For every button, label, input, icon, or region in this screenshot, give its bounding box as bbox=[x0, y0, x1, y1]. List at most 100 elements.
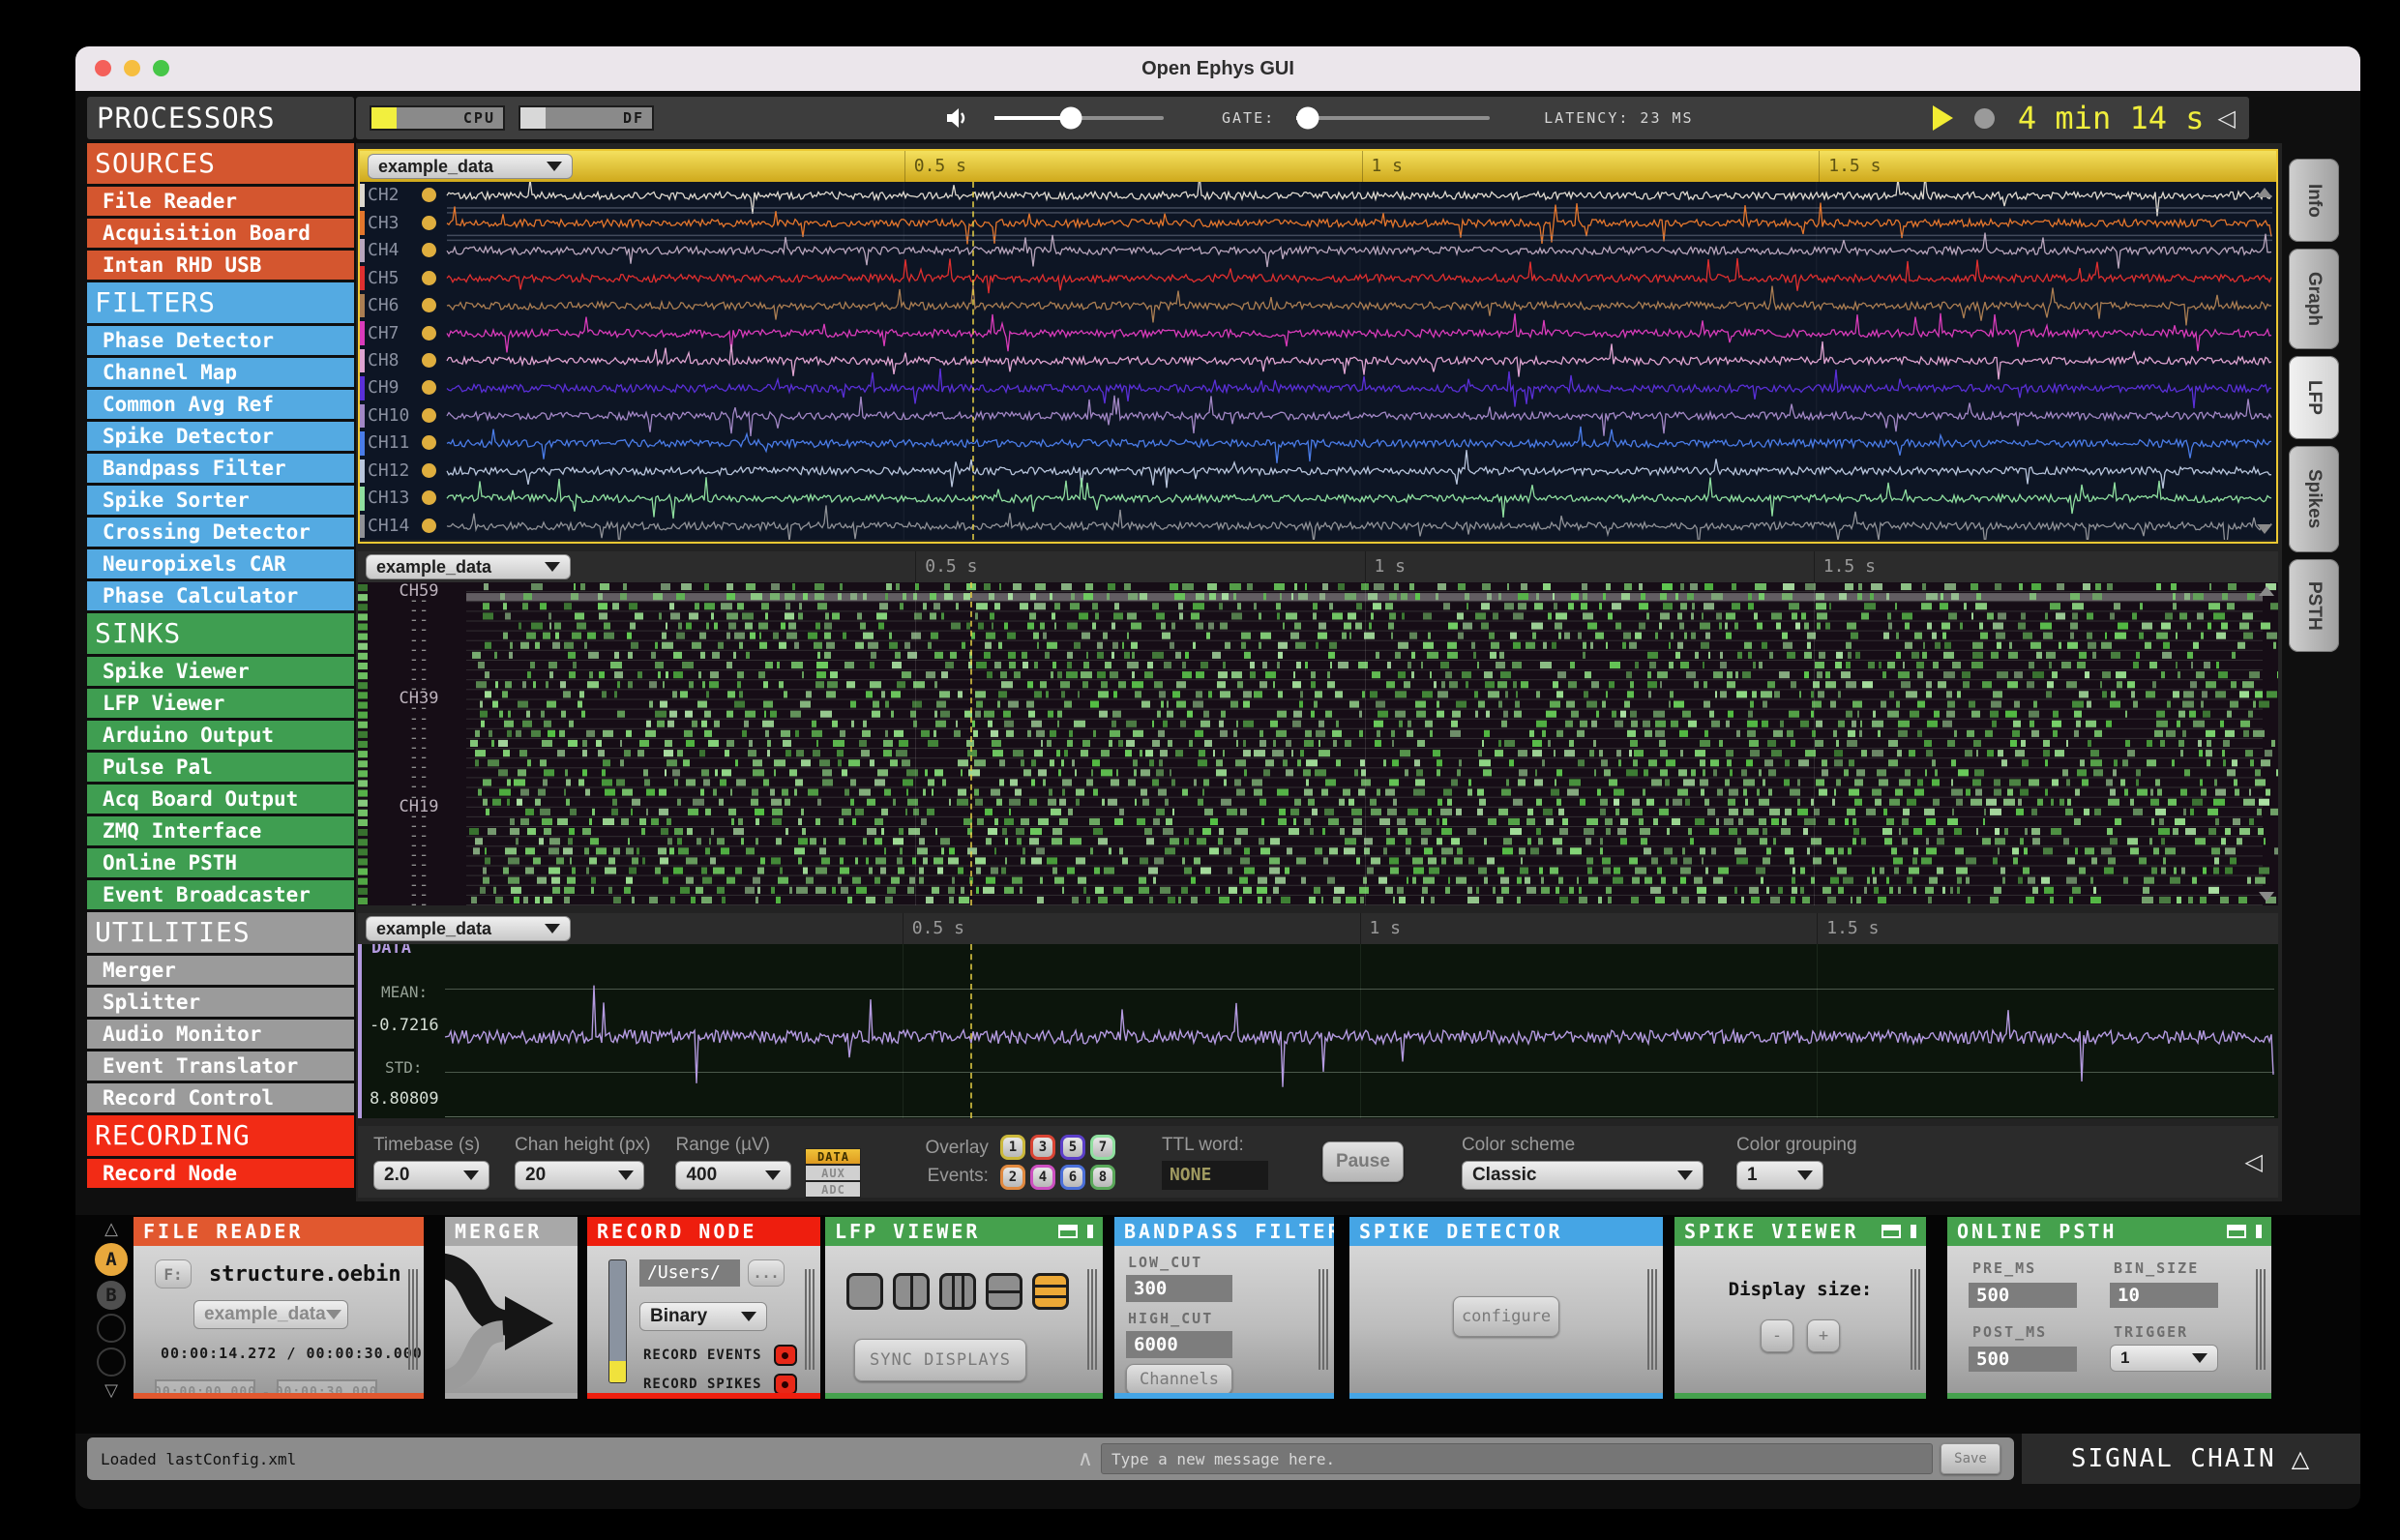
record-events-toggle[interactable] bbox=[773, 1345, 797, 1366]
sidebar-item-spike-sorter[interactable]: Spike Sorter bbox=[87, 486, 354, 515]
sidebar-item-bandpass-filter[interactable]: Bandpass Filter bbox=[87, 454, 354, 483]
module-spike-viewer[interactable]: SPIKE VIEWER Display size: - + bbox=[1674, 1217, 1926, 1399]
pin-tab-icon[interactable] bbox=[2256, 1225, 2262, 1238]
sync-displays-button[interactable]: SYNC DISPLAYS bbox=[854, 1339, 1026, 1381]
sidebar-item-acquisition-board[interactable]: Acquisition Board bbox=[87, 219, 354, 248]
sidebar-item-spike-viewer[interactable]: Spike Viewer bbox=[87, 657, 354, 686]
stream-selector-2[interactable]: example_data bbox=[366, 554, 571, 579]
chain-slot-empty[interactable] bbox=[97, 1314, 126, 1344]
scroll-down-icon[interactable] bbox=[2259, 892, 2274, 902]
viewer-tab-info[interactable]: Info bbox=[2289, 159, 2339, 242]
sidebar-item-spike-detector[interactable]: Spike Detector bbox=[87, 422, 354, 451]
high-cut-field[interactable]: 6000 bbox=[1126, 1331, 1232, 1358]
layout-3col-button[interactable] bbox=[939, 1273, 976, 1310]
sidebar-item-online-psth[interactable]: Online PSTH bbox=[87, 848, 354, 877]
module-merger[interactable]: MERGER bbox=[445, 1217, 578, 1399]
event-overlay-button-1[interactable]: 1 bbox=[999, 1134, 1025, 1160]
spike-raster-display[interactable]: example_data 0.5 s 1 s 1.5 s CH59 -- -- -- -- -… bbox=[358, 551, 2278, 905]
sidebar-item-zmq-interface[interactable]: ZMQ Interface bbox=[87, 816, 354, 845]
low-cut-field[interactable]: 300 bbox=[1126, 1275, 1232, 1302]
event-overlay-button-4[interactable]: 4 bbox=[1029, 1164, 1055, 1190]
stream-type-button-data[interactable]: DATA bbox=[805, 1147, 862, 1165]
module-online-psth[interactable]: ONLINE PSTH PRE_MS 500 BIN_SIZE 10 POST_… bbox=[1947, 1217, 2271, 1399]
event-overlay-button-7[interactable]: 7 bbox=[1089, 1134, 1115, 1160]
drag-handle[interactable] bbox=[805, 1269, 815, 1370]
post-ms-field[interactable]: 500 bbox=[1969, 1347, 2077, 1372]
scroll-down-icon[interactable] bbox=[2257, 524, 2272, 534]
pre-ms-field[interactable]: 500 bbox=[1969, 1283, 2077, 1308]
file-select-button[interactable]: F: bbox=[155, 1259, 192, 1288]
record-spikes-toggle[interactable] bbox=[773, 1374, 797, 1393]
sidebar-item-acq-board-output[interactable]: Acq Board Output bbox=[87, 785, 354, 814]
spike-raster[interactable]: CH59 -- -- -- -- -- -- -- -- -- -- CH39 -- -- -- -- -- --… bbox=[358, 582, 2278, 905]
chan-height-select[interactable]: 20 bbox=[515, 1160, 644, 1190]
channel-enable-dot[interactable] bbox=[422, 298, 436, 313]
signal-chain-toggle[interactable]: SIGNAL CHAIN △ bbox=[2022, 1434, 2360, 1484]
gate-slider[interactable] bbox=[1296, 106, 1491, 130]
channel-enable-dot[interactable] bbox=[422, 462, 436, 478]
channel-enable-dot[interactable] bbox=[422, 518, 436, 533]
drag-handle[interactable] bbox=[1647, 1269, 1657, 1370]
sidebar-item-record-control[interactable]: Record Control bbox=[87, 1083, 354, 1112]
sidebar-item-channel-map[interactable]: Channel Map bbox=[87, 358, 354, 387]
sidebar-item-common-avg-ref[interactable]: Common Avg Ref bbox=[87, 390, 354, 419]
record-format-select[interactable]: Binary bbox=[639, 1302, 767, 1331]
play-button[interactable] bbox=[1932, 105, 1953, 131]
layout-2row-button[interactable] bbox=[986, 1273, 1022, 1310]
sidebar-item-record-node[interactable]: Record Node bbox=[87, 1159, 354, 1188]
channel-enable-dot[interactable] bbox=[422, 353, 436, 368]
stream-type-button-aux[interactable]: AUX bbox=[805, 1164, 862, 1181]
module-record-node[interactable]: RECORD NODE /Users/ ... Binary RECORD EV… bbox=[587, 1217, 820, 1399]
sidebar-item-neuropixels-car[interactable]: Neuropixels CAR bbox=[87, 549, 354, 578]
layout-2col-button[interactable] bbox=[893, 1273, 930, 1310]
drag-handle[interactable] bbox=[1911, 1269, 1920, 1370]
data-monitor-display[interactable]: example_data 0.5 s 1 s 1.5 s DATA MEAN: -0… bbox=[358, 913, 2278, 1118]
chain-scroll-up-icon[interactable]: △ bbox=[104, 1219, 118, 1239]
sidebar-item-merger[interactable]: Merger bbox=[87, 956, 354, 985]
sidebar-item-intan-rhd-usb[interactable]: Intan RHD USB bbox=[87, 251, 354, 280]
drag-handle[interactable] bbox=[408, 1269, 418, 1370]
record-button[interactable] bbox=[1973, 107, 1995, 129]
module-spike-detector[interactable]: SPIKE DETECTOR configure bbox=[1349, 1217, 1663, 1399]
chevron-up-icon[interactable]: ∧ bbox=[1078, 1447, 1093, 1471]
browse-button[interactable]: ... bbox=[748, 1259, 785, 1287]
viewer-tab-graph[interactable]: Graph bbox=[2289, 249, 2339, 349]
sidebar-item-audio-monitor[interactable]: Audio Monitor bbox=[87, 1020, 354, 1049]
color-scheme-select[interactable]: Classic bbox=[1461, 1160, 1704, 1190]
save-message-button[interactable]: Save bbox=[1941, 1443, 2000, 1474]
drag-handle[interactable] bbox=[1319, 1269, 1328, 1370]
pin-tab-icon[interactable] bbox=[1087, 1225, 1093, 1238]
sidebar-item-event-broadcaster[interactable]: Event Broadcaster bbox=[87, 880, 354, 909]
sidebar-item-event-translator[interactable]: Event Translator bbox=[87, 1051, 354, 1081]
lfp-display-1[interactable]: example_data 0.5 s1 s 1.5 s CH2 CH3 CH4 CH5 C… bbox=[358, 149, 2278, 544]
viewer-tab-spikes[interactable]: Spikes bbox=[2289, 446, 2339, 552]
channel-enable-dot[interactable] bbox=[422, 407, 436, 423]
end-time-field[interactable]: 00:00:30.000 bbox=[276, 1379, 377, 1393]
display-size-minus-button[interactable]: - bbox=[1761, 1319, 1793, 1352]
layout-single-button[interactable] bbox=[846, 1273, 883, 1310]
stream-selector-1[interactable]: example_data bbox=[368, 154, 573, 179]
event-overlay-button-3[interactable]: 3 bbox=[1029, 1134, 1055, 1160]
module-bandpass-filter[interactable]: BANDPASS FILTER LOW_CUT 300 HIGH_CUT 600… bbox=[1114, 1217, 1334, 1399]
file-stream-select[interactable]: example_data bbox=[193, 1300, 348, 1329]
lfp-traces[interactable]: CH2 CH3 CH4 CH5 CH6 CH7 CH8 CH9 CH10 CH11 CH12 CH13… bbox=[360, 182, 2276, 540]
range-select[interactable]: 400 bbox=[675, 1160, 792, 1190]
sidebar-item-crossing-detector[interactable]: Crossing Detector bbox=[87, 518, 354, 547]
open-window-icon[interactable] bbox=[1881, 1225, 1901, 1238]
sidebar-item-pulse-pal[interactable]: Pulse Pal bbox=[87, 753, 354, 782]
chain-slot-b[interactable]: B bbox=[97, 1280, 126, 1310]
record-path-field[interactable]: /Users/ bbox=[639, 1259, 740, 1287]
sidebar-item-splitter[interactable]: Splitter bbox=[87, 988, 354, 1017]
drag-handle[interactable] bbox=[2256, 1269, 2266, 1370]
channels-button[interactable]: Channels bbox=[1126, 1364, 1232, 1393]
sidebar-item-file-reader[interactable]: File Reader bbox=[87, 187, 354, 216]
open-window-icon[interactable] bbox=[2227, 1225, 2246, 1238]
sidebar-item-phase-detector[interactable]: Phase Detector bbox=[87, 326, 354, 355]
event-overlay-button-5[interactable]: 5 bbox=[1059, 1134, 1085, 1160]
timebase-select[interactable]: 2.0 bbox=[373, 1160, 489, 1190]
gate-slider-thumb[interactable] bbox=[1296, 106, 1319, 130]
open-window-icon[interactable] bbox=[1058, 1225, 1078, 1238]
channel-enable-dot[interactable] bbox=[422, 215, 436, 230]
display-size-plus-button[interactable]: + bbox=[1807, 1319, 1840, 1352]
configure-button[interactable]: configure bbox=[1453, 1296, 1559, 1337]
